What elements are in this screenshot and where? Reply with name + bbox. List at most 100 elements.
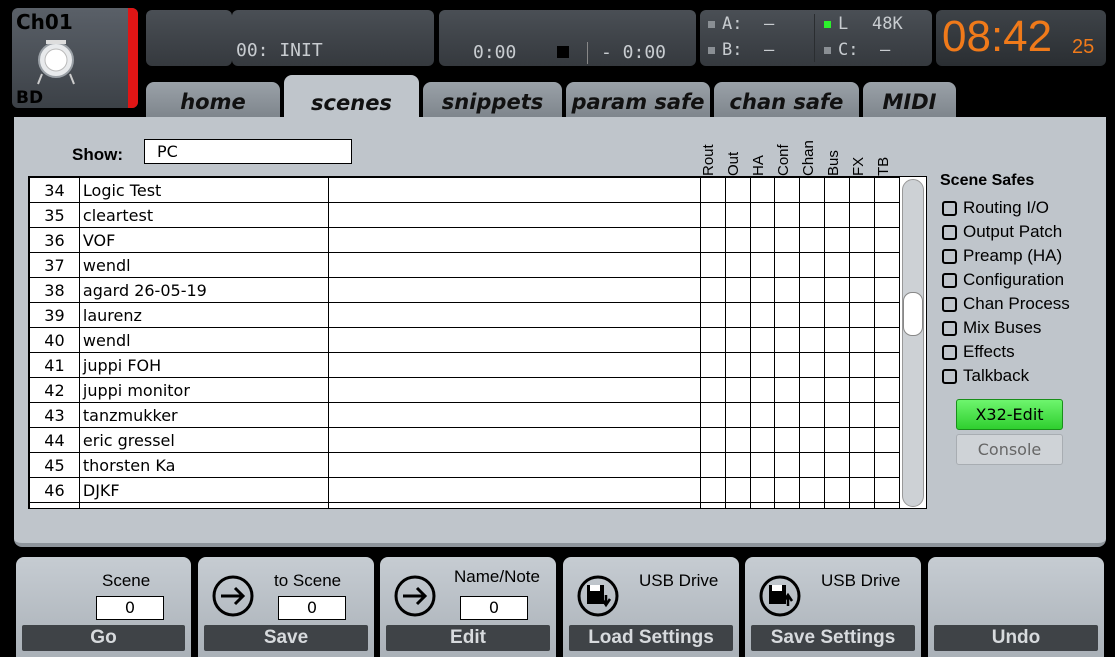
scene-note — [328, 277, 701, 303]
scene-name: VOF — [78, 227, 330, 253]
checkbox-icon[interactable] — [942, 248, 957, 264]
scene-safe-cell — [824, 402, 851, 428]
undo-button[interactable]: Undo — [934, 625, 1098, 651]
load-settings-button[interactable]: Load Settings — [569, 625, 733, 651]
scene-safe-cell — [699, 202, 726, 228]
safe-label: Mix Buses — [963, 318, 1042, 337]
scene-cell — [328, 502, 701, 508]
tab-scenes[interactable]: scenes — [284, 75, 419, 119]
scene-safe-cell — [699, 402, 726, 428]
col-header-ha: HA — [750, 155, 767, 176]
scene-safe-cell — [774, 402, 801, 428]
scene-safe-cell — [874, 277, 900, 303]
arrow-right-icon — [212, 575, 254, 617]
safe-routing-io[interactable]: Routing I/O — [942, 196, 1070, 220]
safe-configuration[interactable]: Configuration — [942, 268, 1070, 292]
scene-label: Scene — [102, 571, 151, 590]
tab-chan-safe[interactable]: chan safe — [714, 82, 859, 118]
clock-seconds: 25 — [1072, 36, 1095, 58]
scene-number: 38 — [29, 277, 80, 303]
tab-param-safe[interactable]: param safe — [566, 82, 710, 118]
scene-note — [328, 327, 701, 353]
usb-a-led — [708, 21, 715, 28]
channel-strip-panel[interactable]: Ch01 BD — [12, 8, 138, 108]
scene-row[interactable]: 36 VOF — [29, 227, 926, 253]
scene-row[interactable]: 45 thorsten Ka — [29, 452, 926, 478]
scene-number-field[interactable]: 0 — [96, 596, 164, 620]
scene-safe-cell — [824, 202, 851, 228]
checkbox-icon[interactable] — [942, 272, 957, 288]
scrollbar-thumb[interactable] — [903, 292, 923, 336]
scene-list-scrollbar[interactable] — [902, 179, 924, 507]
scene-row[interactable]: 35 cleartest — [29, 202, 926, 228]
scene-row[interactable]: 46 DJKF — [29, 477, 926, 503]
safe-mix-buses[interactable]: Mix Buses — [942, 316, 1070, 340]
go-button[interactable]: Go — [22, 625, 185, 651]
scene-row[interactable]: 37 wendl — [29, 252, 926, 278]
scene-note — [328, 452, 701, 478]
col-header-tb: TB — [875, 156, 892, 176]
scene-safe-cell — [799, 252, 826, 278]
safe-label: Chan Process — [963, 294, 1070, 313]
scene-row[interactable]: 40 wendl — [29, 327, 926, 353]
scene-safe-cell — [774, 252, 801, 278]
console-button[interactable]: Console — [956, 434, 1063, 465]
scene-safe-cell — [724, 277, 751, 303]
edit-panel: Name/Note 0 Edit — [380, 557, 556, 657]
checkbox-icon[interactable] — [942, 368, 957, 384]
edit-button[interactable]: Edit — [386, 625, 550, 651]
checkbox-icon[interactable] — [942, 296, 957, 312]
card-c-value: – — [880, 40, 891, 60]
x32-edit-button[interactable]: X32-Edit — [956, 399, 1063, 430]
scene-safe-cell — [724, 377, 751, 403]
scene-row[interactable]: 39 laurenz — [29, 302, 926, 328]
checkbox-icon[interactable] — [942, 200, 957, 216]
scene-cell — [824, 502, 851, 508]
scene-row[interactable]: 38 agard 26-05-19 — [29, 277, 926, 303]
show-name-field[interactable]: PC — [144, 139, 352, 164]
scene-safe-cell — [724, 252, 751, 278]
tab-home[interactable]: home — [146, 82, 280, 118]
tab-snippets[interactable]: snippets — [423, 82, 562, 118]
scene-safe-cell — [874, 452, 900, 478]
scene-list[interactable]: 34 Logic Test 35 cleartest 36 VOF 37 wendl 38 aga… — [28, 176, 927, 509]
scene-safe-cell — [749, 427, 776, 453]
show-label: Show: — [72, 145, 123, 164]
usb-b-label: B: — [722, 40, 743, 60]
scene-number: 43 — [29, 402, 80, 428]
stop-icon — [557, 46, 569, 58]
scene-row[interactable]: 34 Logic Test — [29, 177, 926, 203]
checkbox-icon[interactable] — [942, 344, 957, 360]
checkbox-icon[interactable] — [942, 320, 957, 336]
tab-midi[interactable]: MIDI — [863, 82, 956, 118]
safe-chan-process[interactable]: Chan Process — [942, 292, 1070, 316]
scene-row[interactable]: 42 juppi monitor — [29, 377, 926, 403]
scene-note — [328, 377, 701, 403]
scene-safe-cell — [699, 427, 726, 453]
scene-safe-cell — [799, 202, 826, 228]
scene-number: 37 — [29, 252, 80, 278]
to-scene-number-field[interactable]: 0 — [278, 596, 346, 620]
save-button[interactable]: Save — [204, 625, 368, 651]
safe-talkback[interactable]: Talkback — [942, 364, 1070, 388]
scene-name: Logic Test — [78, 177, 330, 203]
usb-drive-label: USB Drive — [821, 571, 901, 590]
checkbox-icon[interactable] — [942, 224, 957, 240]
scene-row[interactable]: 44 eric gressel — [29, 427, 926, 453]
name-note-field[interactable]: 0 — [460, 596, 528, 620]
col-header-fx: FX — [850, 156, 867, 176]
scene-safe-cell — [824, 427, 851, 453]
save-settings-button[interactable]: Save Settings — [751, 625, 915, 651]
sync-status-display: A: – B: – L 48K C: – — [700, 10, 932, 66]
safe-preamp[interactable]: Preamp (HA) — [942, 244, 1070, 268]
scene-number: 40 — [29, 327, 80, 353]
col-header-chan: Chan — [800, 140, 817, 176]
scene-safe-cell — [774, 327, 801, 353]
safe-effects[interactable]: Effects — [942, 340, 1070, 364]
safe-output-patch[interactable]: Output Patch — [942, 220, 1070, 244]
scene-safe-cell — [824, 252, 851, 278]
usb-player-display: 0:00 - 0:00 — [439, 10, 696, 66]
scene-row[interactable]: 43 tanzmukker — [29, 402, 926, 428]
scene-safe-cell — [849, 452, 876, 478]
scene-row[interactable]: 41 juppi FOH — [29, 352, 926, 378]
